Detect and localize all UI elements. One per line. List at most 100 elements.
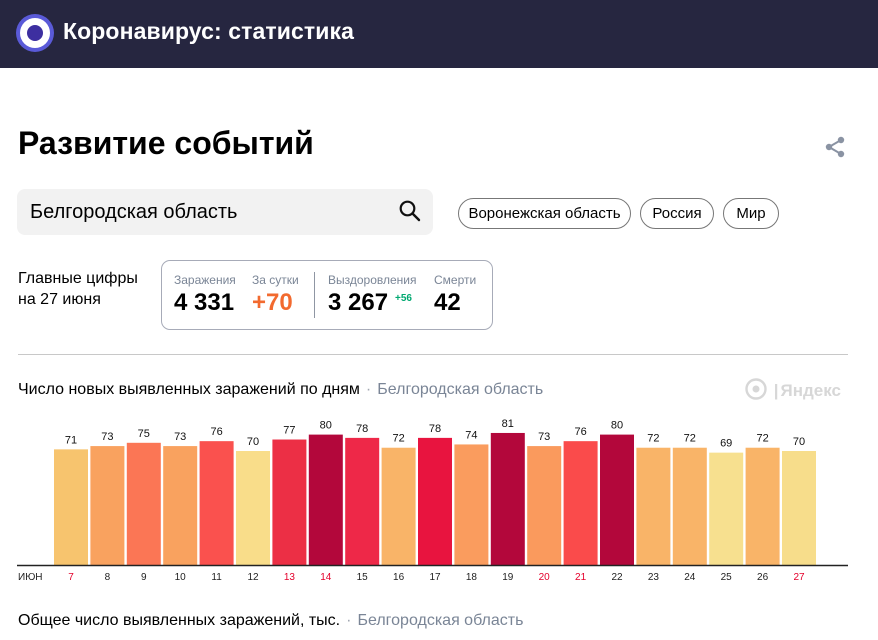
- chart-x-tick-label: 20: [539, 572, 551, 583]
- chart-x-tick-label: 11: [211, 572, 222, 583]
- region-chip-voronezh[interactable]: Воронежская область: [458, 198, 631, 229]
- chart-x-tick-label: 17: [429, 572, 441, 583]
- chart-bar-value-label: 78: [429, 423, 441, 435]
- chart-title: Число новых выявленных заражений по дням…: [18, 381, 543, 399]
- chart-x-tick-label: 16: [393, 572, 405, 583]
- chart-bar-value-label: 81: [502, 418, 514, 430]
- chart-bar[interactable]: [672, 447, 707, 565]
- chart-bar-value-label: 80: [320, 420, 332, 432]
- chart-bar[interactable]: [454, 444, 489, 565]
- chart-bar[interactable]: [600, 434, 634, 565]
- chart-bar[interactable]: [90, 446, 125, 565]
- chart-bar[interactable]: [54, 449, 88, 565]
- daily-label: За сутки: [252, 273, 299, 287]
- chart-bar-value-label: 72: [756, 433, 768, 445]
- chart-bar-value-label: 80: [611, 420, 623, 432]
- search-icon[interactable]: [399, 200, 421, 222]
- infections-value: 4 331: [174, 289, 235, 316]
- chart-x-tick-label: 10: [175, 572, 187, 583]
- recovered-value: 3 267: [328, 289, 389, 316]
- chart-region: Белгородская область: [377, 381, 544, 398]
- stats-divider: [314, 272, 315, 318]
- chart-bar[interactable]: [563, 441, 598, 565]
- chart-x-tick-label: 24: [684, 572, 696, 583]
- chart-bar[interactable]: [418, 437, 452, 565]
- chart-bar-value-label: 73: [174, 431, 186, 443]
- chart-bar-value-label: 70: [793, 436, 805, 448]
- recovered-delta: +56: [395, 293, 412, 304]
- infections-label: Заражения: [174, 273, 236, 287]
- chart-bar[interactable]: [272, 439, 307, 565]
- chart-bar-value-label: 73: [538, 431, 550, 443]
- chart-bar-value-label: 77: [283, 425, 295, 437]
- chart2-title-separator: ·: [346, 612, 352, 629]
- chart-bar-value-label: 72: [647, 433, 659, 445]
- chart2-title-text: Общее число выявленных заражений, тыс.: [18, 612, 341, 629]
- chart-x-tick-label: 15: [357, 572, 369, 583]
- chart-bar-value-label: 71: [65, 434, 77, 446]
- chart-x-tick-label: 13: [284, 572, 296, 583]
- chart-bar-value-label: 72: [684, 433, 696, 445]
- chart2-title: Общее число выявленных заражений, тыс. · Б…: [18, 612, 523, 630]
- chart-bar[interactable]: [126, 442, 161, 565]
- chart-bar[interactable]: [709, 452, 744, 565]
- share-icon[interactable]: [824, 136, 846, 158]
- page-title: Развитие событий: [18, 125, 314, 161]
- chart-month-label: ИЮН: [18, 572, 43, 583]
- coronavirus-logo-icon[interactable]: [16, 14, 54, 52]
- chart-bar[interactable]: [236, 451, 270, 565]
- chart-bar-value-label: 70: [247, 436, 259, 448]
- chart-bar-value-label: 74: [465, 429, 477, 441]
- daily-value: +70: [252, 289, 293, 316]
- chart-x-tick-label: 12: [247, 572, 259, 583]
- chart-title-text: Число новых выявленных заражений по дням: [18, 381, 360, 398]
- chart-bar-value-label: 76: [210, 426, 222, 438]
- chart-x-tick-label: 19: [502, 572, 514, 583]
- chart-bar[interactable]: [199, 441, 234, 565]
- region-search-input[interactable]: [30, 189, 390, 235]
- daily-infections-chart: 7177387597310761170127713801478157216781…: [17, 418, 848, 583]
- section-divider: [18, 354, 848, 355]
- chart-x-tick-label: 26: [757, 572, 769, 583]
- region-search-box: [17, 189, 433, 235]
- chart-bar-value-label: 76: [574, 426, 586, 438]
- yandex-logo-icon: [745, 378, 767, 400]
- chart-x-tick-label: 25: [721, 572, 733, 583]
- chart2-region: Белгородская область: [357, 612, 524, 629]
- deaths-value: 42: [434, 289, 461, 316]
- chart-bar[interactable]: [345, 437, 380, 565]
- chart-bar[interactable]: [527, 446, 562, 565]
- chart-x-tick-label: 7: [68, 572, 74, 583]
- region-chip-world[interactable]: Мир: [723, 198, 779, 229]
- chart-bar[interactable]: [745, 447, 780, 565]
- chart-bar[interactable]: [308, 434, 343, 565]
- chart-x-tick-label: 23: [648, 572, 660, 583]
- deaths-label: Смерти: [434, 273, 477, 287]
- region-chip-russia[interactable]: Россия: [640, 198, 714, 229]
- chart-bar-value-label: 75: [138, 428, 150, 440]
- chart-bar-value-label: 78: [356, 423, 368, 435]
- chart-bar[interactable]: [782, 451, 816, 565]
- chart-bar[interactable]: [490, 432, 525, 565]
- yandex-watermark-text: Яндекс: [780, 381, 841, 400]
- yandex-watermark: | Яндекс: [745, 378, 841, 401]
- recovered-label: Выздоровления: [328, 273, 417, 287]
- chart-x-tick-label: 18: [466, 572, 478, 583]
- main-figures-label-line1: Главные цифры: [18, 270, 138, 287]
- main-figures-date: на 27 июня: [18, 291, 101, 308]
- chart-x-tick-label: 22: [611, 572, 623, 583]
- top-bar: Коронавирус: статистика: [0, 0, 878, 68]
- chart-bar[interactable]: [381, 447, 416, 565]
- chart-bar[interactable]: [636, 447, 671, 565]
- chart-bar-value-label: 72: [392, 433, 404, 445]
- chart-bar-value-label: 69: [720, 438, 732, 450]
- chart-title-separator: ·: [365, 381, 372, 398]
- chart-bar-value-label: 73: [101, 431, 113, 443]
- chart-x-tick-label: 14: [320, 572, 332, 583]
- main-figures-card: Заражения 4 331 За сутки +70 Выздоровлен…: [161, 260, 493, 330]
- app-title[interactable]: Коронавирус: статистика: [63, 18, 354, 45]
- chart-x-tick-label: 8: [105, 572, 111, 583]
- chart-x-tick-label: 27: [793, 572, 805, 583]
- chart-x-tick-label: 21: [575, 572, 587, 583]
- chart-bar[interactable]: [163, 446, 198, 565]
